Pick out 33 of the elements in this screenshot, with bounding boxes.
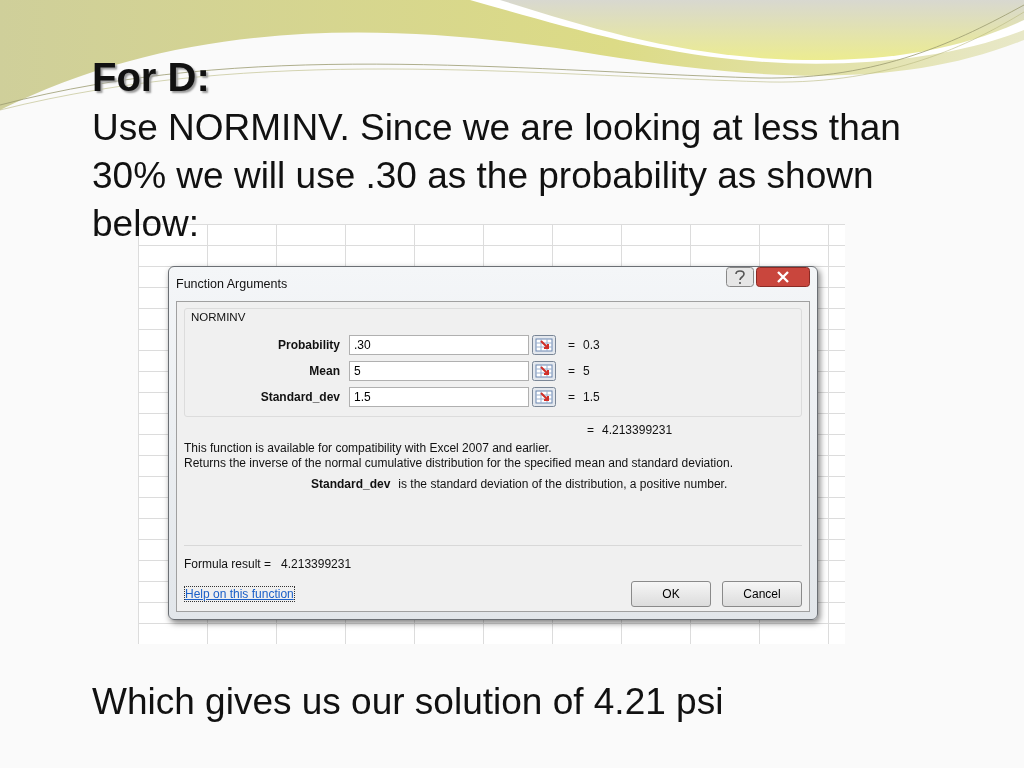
- equals-sign: =: [568, 364, 575, 378]
- equals-sign: =: [587, 423, 594, 437]
- help-button[interactable]: [726, 267, 754, 287]
- function-name: NORMINV: [191, 311, 247, 323]
- formula-result-label: Formula result =: [184, 557, 272, 571]
- argument-field[interactable]: 5: [349, 361, 529, 381]
- slide-paragraph: Use NORMINV. Since we are looking at less than 30% we will use .30 as the probability as shown below:: [92, 106, 902, 246]
- range-picker-button[interactable]: [532, 361, 556, 381]
- equals-sign: =: [568, 338, 575, 352]
- description-text: This function is available for compatibility with Excel 2007 and earlier.: [184, 441, 553, 456]
- argument-name: Standard_dev: [311, 477, 391, 491]
- argument-label: Mean: [308, 364, 341, 378]
- slide-title: For D:: [92, 54, 211, 100]
- help-link[interactable]: Help on this function: [184, 586, 295, 602]
- close-button[interactable]: [756, 267, 810, 287]
- argument-result: 0.3: [583, 338, 600, 352]
- argument-result: 1.5: [583, 390, 600, 404]
- range-picker-button[interactable]: [532, 335, 556, 355]
- argument-field[interactable]: 1.5: [349, 387, 529, 407]
- argument-description: is the standard deviation of the distribution, a positive number.: [398, 477, 728, 491]
- argument-label: Probability: [277, 338, 341, 352]
- dialog-button[interactable]: Cancel: [722, 581, 802, 607]
- argument-result: 5: [583, 364, 590, 378]
- range-picker-button[interactable]: [532, 387, 556, 407]
- argument-label: Standard_dev: [259, 390, 341, 404]
- conclusion-text: Which gives us our solution of 4.21 psi: [92, 680, 725, 724]
- function-result: 4.213399231: [602, 423, 673, 437]
- formula-result-value: 4.213399231: [281, 557, 352, 571]
- window-title: Function Arguments: [176, 277, 288, 291]
- dialog-button[interactable]: OK: [631, 581, 711, 607]
- argument-field[interactable]: .30: [349, 335, 529, 355]
- description-text: Returns the inverse of the normal cumulative distribution for the specified mean and standard deviation.: [184, 456, 734, 471]
- equals-sign: =: [568, 390, 575, 404]
